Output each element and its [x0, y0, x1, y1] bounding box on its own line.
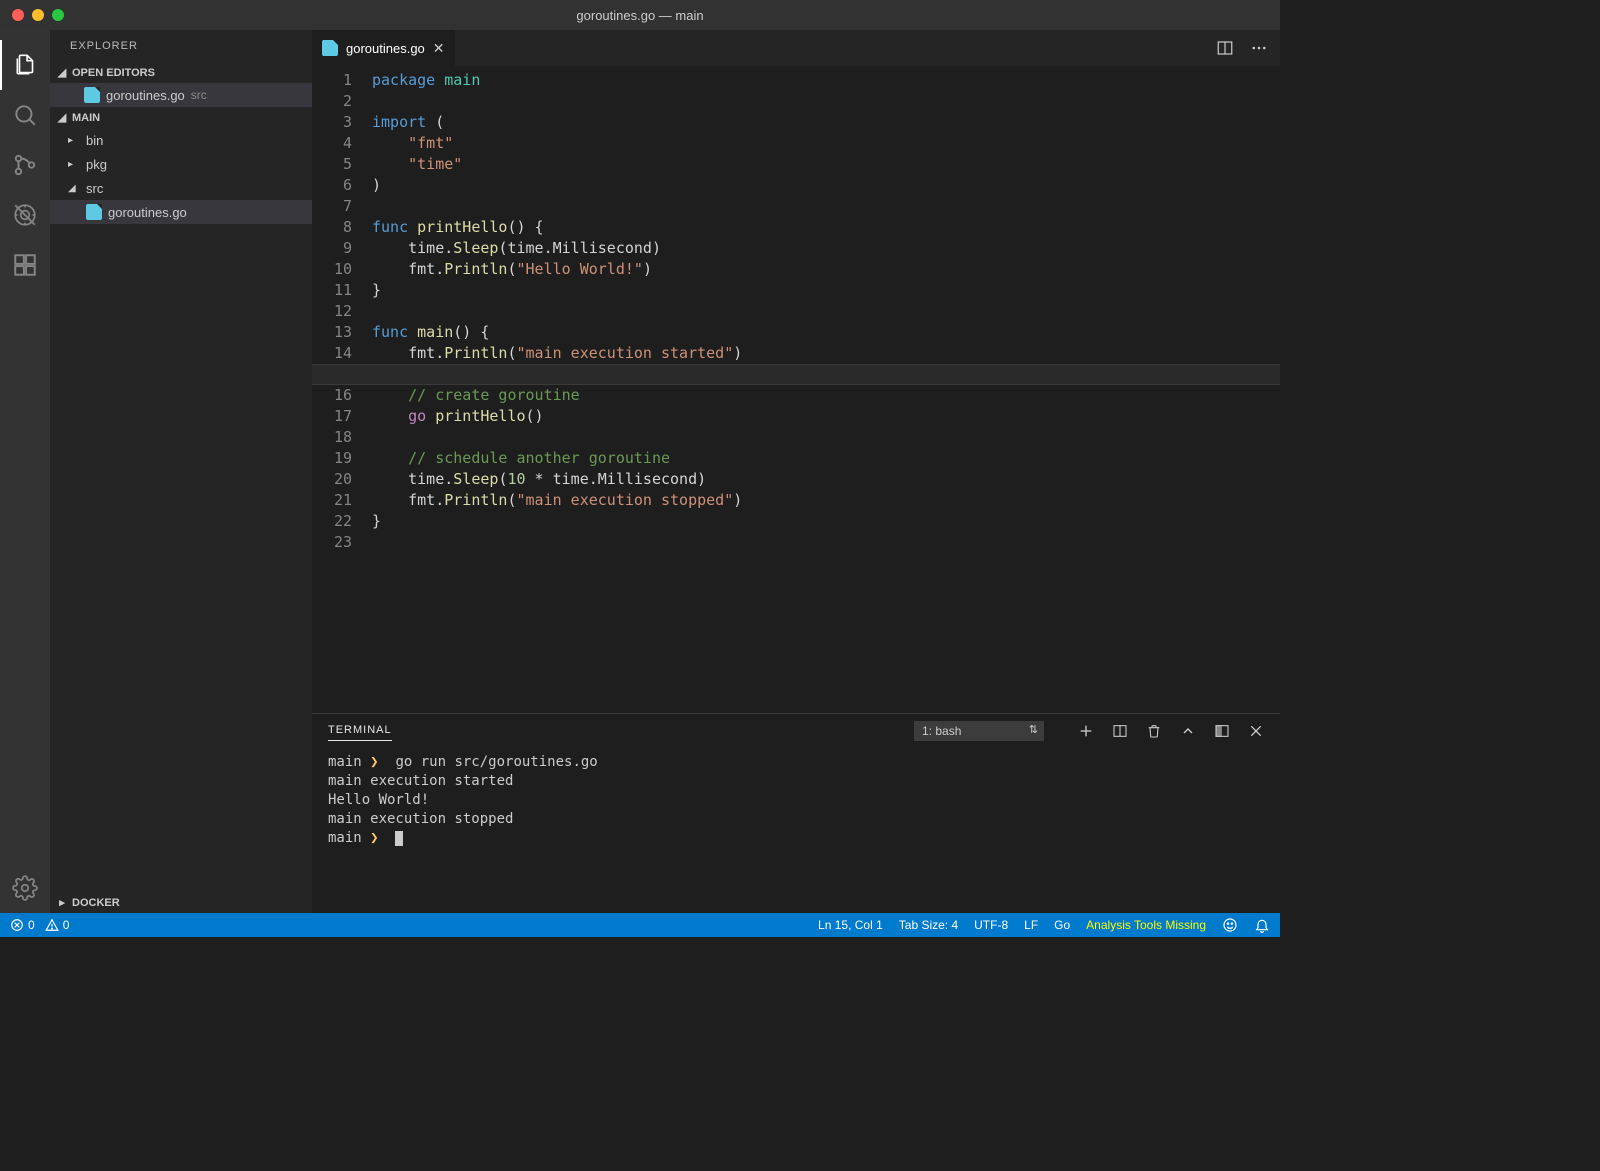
- tab-label: goroutines.go: [346, 41, 425, 56]
- split-editor-icon[interactable]: [1216, 39, 1234, 57]
- chevron-right-icon: ▸: [54, 896, 70, 909]
- chevron-right-icon: ▸: [68, 159, 80, 170]
- close-panel-icon[interactable]: [1248, 723, 1264, 739]
- folder-name: src: [86, 181, 103, 196]
- feedback-smiley-icon[interactable]: [1222, 917, 1238, 933]
- source-control-icon[interactable]: [0, 140, 50, 190]
- terminal-select[interactable]: 1: bash: [914, 721, 1044, 741]
- status-warnings[interactable]: 0: [45, 918, 70, 932]
- folder-name: bin: [86, 133, 103, 148]
- go-file-icon: [322, 40, 338, 56]
- move-panel-icon[interactable]: [1214, 723, 1230, 739]
- tab-bar: goroutines.go ✕: [312, 30, 1280, 66]
- open-editor-item[interactable]: goroutines.go src: [50, 83, 312, 107]
- go-file-icon: [84, 87, 100, 103]
- status-language[interactable]: Go: [1054, 918, 1070, 932]
- status-bar: 0 0 Ln 15, Col 1 Tab Size: 4 UTF-8 LF Go…: [0, 913, 1280, 937]
- go-file-icon: [86, 204, 102, 220]
- open-editor-name: goroutines.go: [106, 88, 185, 103]
- open-editors-label: OPEN EDITORS: [72, 67, 155, 79]
- code-editor[interactable]: 1234567891011121314151617181920212223 pa…: [312, 66, 1280, 713]
- folder-name: pkg: [86, 157, 107, 172]
- new-terminal-icon[interactable]: [1078, 723, 1094, 739]
- status-tabsize[interactable]: Tab Size: 4: [899, 918, 958, 932]
- file-name: goroutines.go: [108, 205, 187, 220]
- activity-bar: [0, 30, 50, 913]
- terminal-body[interactable]: main ❯ go run src/goroutines.gomain exec…: [312, 747, 1280, 913]
- terminal-tab[interactable]: TERMINAL: [328, 720, 392, 741]
- open-editors-header[interactable]: ◢ OPEN EDITORS: [50, 62, 312, 83]
- search-icon[interactable]: [0, 90, 50, 140]
- folder-src[interactable]: ◢ src: [50, 176, 312, 200]
- extensions-icon[interactable]: [0, 240, 50, 290]
- window-zoom[interactable]: [52, 9, 64, 21]
- window-close[interactable]: [12, 9, 24, 21]
- kill-terminal-icon[interactable]: [1146, 723, 1162, 739]
- chevron-down-icon: ◢: [68, 183, 80, 194]
- settings-gear-icon[interactable]: [0, 863, 50, 913]
- sidebar: EXPLORER ◢ OPEN EDITORS goroutines.go sr…: [50, 30, 312, 913]
- more-actions-icon[interactable]: [1250, 39, 1268, 57]
- editor-area: goroutines.go ✕ 123456789101112131415161…: [312, 30, 1280, 913]
- status-cursor[interactable]: Ln 15, Col 1: [818, 918, 883, 932]
- chevron-down-icon: ◢: [54, 111, 70, 124]
- titlebar: goroutines.go — main: [0, 0, 1280, 30]
- status-errors[interactable]: 0: [10, 918, 35, 932]
- workspace-label: MAIN: [72, 112, 100, 124]
- workspace-header[interactable]: ◢ MAIN: [50, 107, 312, 128]
- folder-bin[interactable]: ▸ bin: [50, 128, 312, 152]
- docker-label: DOCKER: [72, 897, 120, 909]
- debug-icon[interactable]: [0, 190, 50, 240]
- terminal-panel: TERMINAL 1: bash main ❯ go run src/gorou…: [312, 713, 1280, 913]
- docker-header[interactable]: ▸ DOCKER: [50, 892, 312, 913]
- maximize-panel-icon[interactable]: [1180, 723, 1196, 739]
- chevron-down-icon: ◢: [54, 66, 70, 79]
- chevron-right-icon: ▸: [68, 135, 80, 146]
- notifications-bell-icon[interactable]: [1254, 917, 1270, 933]
- window-title: goroutines.go — main: [576, 8, 703, 23]
- status-analysis[interactable]: Analysis Tools Missing: [1086, 918, 1206, 932]
- folder-pkg[interactable]: ▸ pkg: [50, 152, 312, 176]
- tab-goroutines[interactable]: goroutines.go ✕: [312, 30, 456, 66]
- status-encoding[interactable]: UTF-8: [974, 918, 1008, 932]
- split-terminal-icon[interactable]: [1112, 723, 1128, 739]
- close-tab-icon[interactable]: ✕: [433, 40, 445, 57]
- sidebar-title: EXPLORER: [50, 30, 312, 62]
- explorer-icon[interactable]: [0, 40, 50, 90]
- open-editor-hint: src: [191, 88, 207, 102]
- file-goroutines[interactable]: goroutines.go: [50, 200, 312, 224]
- status-eol[interactable]: LF: [1024, 918, 1038, 932]
- window-minimize[interactable]: [32, 9, 44, 21]
